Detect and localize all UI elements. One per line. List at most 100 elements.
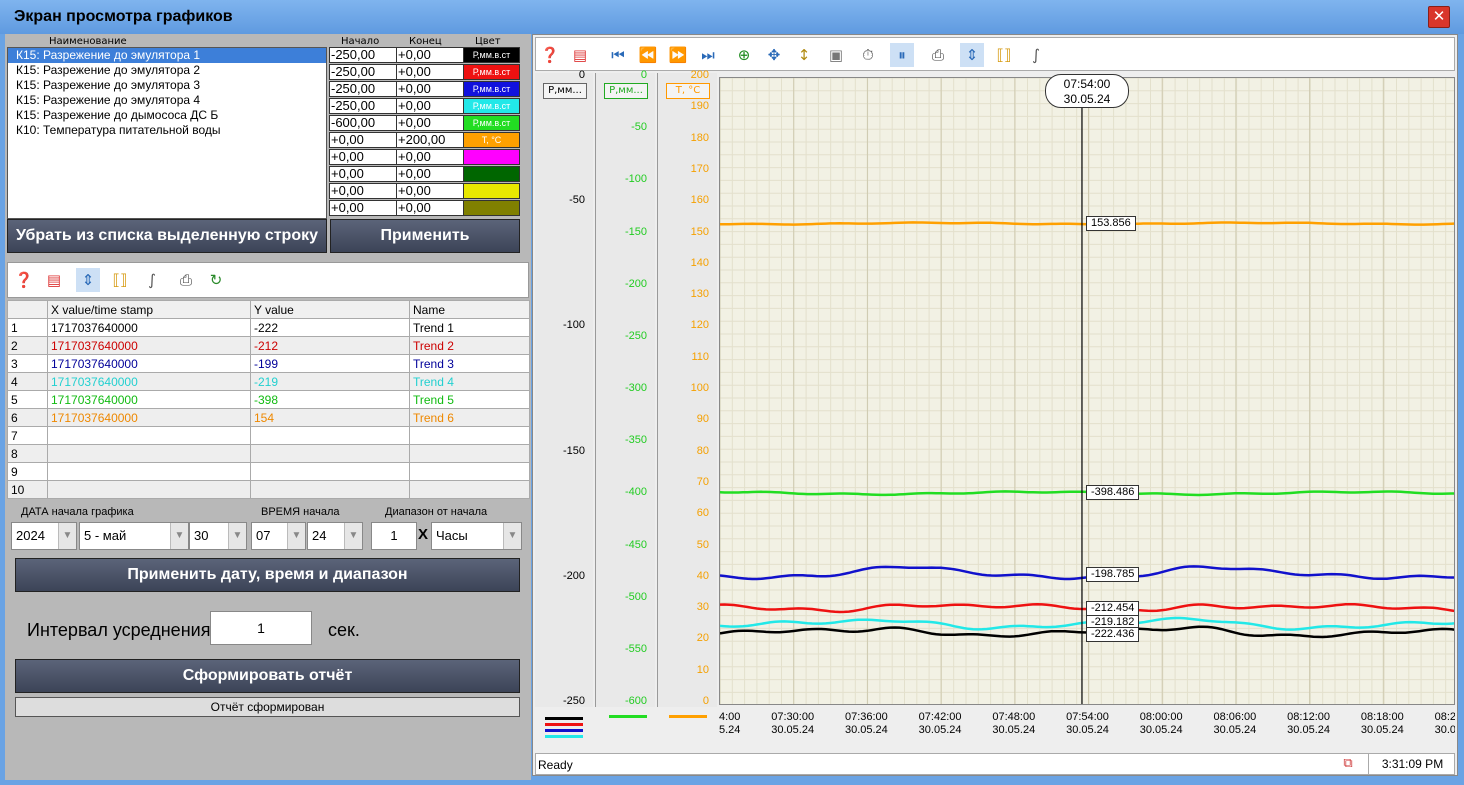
range-start-input[interactable]: +0,00 xyxy=(329,200,397,216)
table-row[interactable]: 4 1717037640000 -219 Trend 4 xyxy=(7,372,530,391)
table-properties-icon[interactable]: ▤ xyxy=(42,268,66,292)
y-axis-3-tick: 140 xyxy=(690,256,709,269)
range-start-input[interactable]: -600,00 xyxy=(329,115,397,131)
function-icon[interactable]: ∫ xyxy=(1024,43,1048,67)
averaging-unit: сек. xyxy=(328,620,360,640)
cursor-mode-icon[interactable]: ⇕ xyxy=(960,43,984,67)
range-start-input[interactable]: +0,00 xyxy=(329,183,397,199)
color-swatch[interactable] xyxy=(463,149,520,165)
timer-icon[interactable]: ⏱ xyxy=(856,43,880,67)
color-swatch[interactable]: Р,мм.в.ст xyxy=(463,98,520,114)
row-number: 7 xyxy=(7,426,48,445)
chevron-down-icon[interactable]: ▼ xyxy=(503,523,521,549)
list-item[interactable]: К15: Разрежение до эмулятора 2 xyxy=(8,63,326,78)
table-row[interactable]: 3 1717037640000 -199 Trend 3 xyxy=(7,354,530,373)
x-tick-time: 07:24:00 xyxy=(719,711,741,723)
table-row[interactable]: 8 xyxy=(7,444,530,463)
color-swatch[interactable]: Р,мм.в.ст xyxy=(463,47,520,63)
close-button[interactable]: ✕ xyxy=(1428,6,1450,28)
table-row[interactable]: 10 xyxy=(7,480,530,499)
scale-icon[interactable]: ↕ xyxy=(792,43,816,67)
cursor-date: 30.05.24 xyxy=(1063,92,1111,106)
table-row[interactable]: 1 1717037640000 -222 Trend 1 xyxy=(7,318,530,337)
year-select[interactable]: 2024 ▼ xyxy=(11,522,77,550)
color-swatch[interactable]: Р,мм.в.ст xyxy=(463,81,520,97)
table-row[interactable]: 7 xyxy=(7,426,530,445)
averaging-input[interactable]: 1 xyxy=(210,611,312,645)
range-value-input[interactable]: 1 xyxy=(371,522,417,550)
zoom-icon[interactable]: ⊕ xyxy=(732,43,756,67)
range-end-input[interactable]: +0,00 xyxy=(396,200,464,216)
range-cursor-icon[interactable]: ⟦⟧ xyxy=(992,43,1016,67)
range-end-input[interactable]: +0,00 xyxy=(396,149,464,165)
list-item[interactable]: К15: Разрежение до дымососа ДС Б xyxy=(8,108,326,123)
range-end-input[interactable]: +0,00 xyxy=(396,166,464,182)
range-end-input[interactable]: +0,00 xyxy=(396,183,464,199)
month-select[interactable]: 5 - май ▼ xyxy=(79,522,189,550)
help-icon[interactable]: ❓ xyxy=(12,268,36,292)
hour-select[interactable]: 07 ▼ xyxy=(251,522,306,550)
chevron-down-icon[interactable]: ▼ xyxy=(170,523,188,549)
list-item[interactable]: К10: Температура питательной воды xyxy=(8,123,326,138)
print-icon[interactable]: ⎙ xyxy=(926,43,950,67)
range-end-input[interactable]: +0,00 xyxy=(396,98,464,114)
chevron-down-icon[interactable]: ▼ xyxy=(344,523,362,549)
range-end-input[interactable]: +200,00 xyxy=(396,132,464,148)
y-axis-1-tick: 0 xyxy=(578,69,585,81)
remove-row-button[interactable]: Убрать из списка выделенную строку xyxy=(7,219,327,253)
apply-list-button[interactable]: Применить xyxy=(330,219,520,253)
first-page-icon[interactable]: ⏮ xyxy=(606,43,630,67)
minute-select[interactable]: 24 ▼ xyxy=(307,522,363,550)
range-start-input[interactable]: +0,00 xyxy=(329,149,397,165)
pan-icon[interactable]: ✥ xyxy=(762,43,786,67)
chevron-down-icon[interactable]: ▼ xyxy=(58,523,76,549)
last-page-icon[interactable]: ⏭ xyxy=(696,43,720,67)
apply-date-button[interactable]: Применить дату, время и диапазон xyxy=(15,558,520,592)
generate-report-button[interactable]: Сформировать отчёт xyxy=(15,659,520,693)
color-swatch[interactable] xyxy=(463,200,520,216)
range-start-input[interactable]: -250,00 xyxy=(329,47,397,63)
chart-plot-area[interactable]: 153.856 -398.486 -198.785 -212.454 -219.182-… xyxy=(719,77,1455,705)
color-swatch[interactable]: Р,мм.в.ст xyxy=(463,64,520,80)
print-icon[interactable]: ⎙ xyxy=(174,268,198,292)
help-icon[interactable]: ❓ xyxy=(538,43,562,67)
color-swatch[interactable]: Р,мм.в.ст xyxy=(463,115,520,131)
chevron-down-icon[interactable]: ▼ xyxy=(228,523,246,549)
day-select[interactable]: 30 ▼ xyxy=(189,522,247,550)
range-end-input[interactable]: +0,00 xyxy=(396,64,464,80)
range-end-input[interactable]: +0,00 xyxy=(396,81,464,97)
range-start-input[interactable]: +0,00 xyxy=(329,166,397,182)
chevron-down-icon[interactable]: ▼ xyxy=(287,523,305,549)
color-swatch[interactable] xyxy=(463,183,520,199)
rewind-icon[interactable]: ⏪ xyxy=(636,43,660,67)
x-tick-date: 30.05.24 xyxy=(918,724,962,736)
range-end-input[interactable]: +0,00 xyxy=(396,115,464,131)
table-row[interactable]: 6 1717037640000 154 Trend 6 xyxy=(7,408,530,427)
chart-properties-icon[interactable]: ▤ xyxy=(568,43,592,67)
y-axis-3-label[interactable]: Т, °С xyxy=(666,83,710,99)
pause-icon[interactable]: ⏸ xyxy=(890,43,914,67)
range-unit-select[interactable]: Часы ▼ xyxy=(431,522,522,550)
fast-forward-icon[interactable]: ⏩ xyxy=(666,43,690,67)
range-start-input[interactable]: -250,00 xyxy=(329,64,397,80)
list-item[interactable]: К15: Разрежение до эмулятора 1 xyxy=(8,48,326,63)
list-item[interactable]: К15: Разрежение до эмулятора 4 xyxy=(8,93,326,108)
function-icon[interactable]: ∫ xyxy=(140,268,164,292)
table-row[interactable]: 9 xyxy=(7,462,530,481)
table-row[interactable]: 2 1717037640000 -212 Trend 2 xyxy=(7,336,530,355)
range-start-input[interactable]: +0,00 xyxy=(329,132,397,148)
color-swatch[interactable] xyxy=(463,166,520,182)
export-icon[interactable]: ↻ xyxy=(204,268,228,292)
range-start-input[interactable]: -250,00 xyxy=(329,98,397,114)
y-axis-2-label[interactable]: Р,мм... xyxy=(604,83,648,99)
table-row[interactable]: 5 1717037640000 -398 Trend 5 xyxy=(7,390,530,409)
trend-list[interactable]: К15: Разрежение до эмулятора 1 К15: Разр… xyxy=(7,47,327,219)
color-swatch[interactable]: Т, °С xyxy=(463,132,520,148)
cursor-mode-icon[interactable]: ⇕ xyxy=(76,268,100,292)
range-cursor-icon[interactable]: ⟦⟧ xyxy=(108,268,132,292)
range-end-input[interactable]: +0,00 xyxy=(396,47,464,63)
y-axis-1-label[interactable]: Р,мм... xyxy=(543,83,587,99)
reset-zoom-icon[interactable]: ▣ xyxy=(824,43,848,67)
range-start-input[interactable]: -250,00 xyxy=(329,81,397,97)
list-item[interactable]: К15: Разрежение до эмулятора 3 xyxy=(8,78,326,93)
